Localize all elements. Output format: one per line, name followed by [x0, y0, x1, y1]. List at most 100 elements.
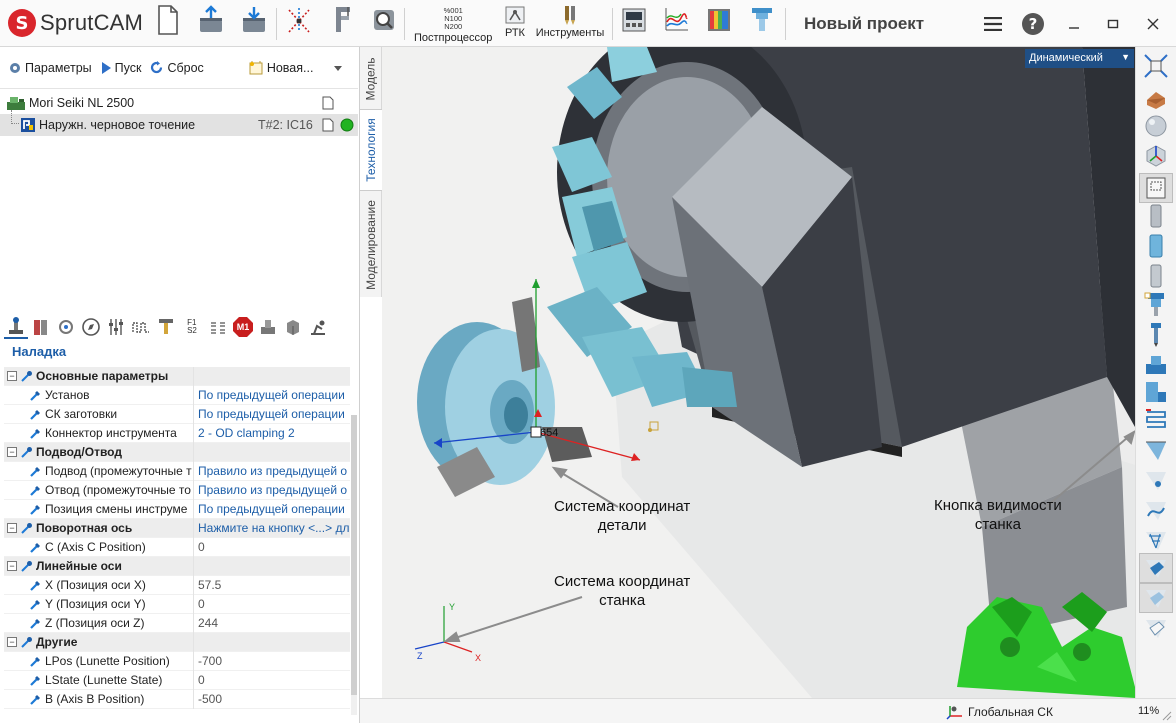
property-value[interactable]: 57.5 [198, 576, 350, 595]
toolpath-graph-button[interactable] [663, 4, 691, 44]
property-category[interactable]: − Подвод/Отвод [4, 442, 350, 462]
property-row[interactable]: Установ По предыдущей операции [4, 385, 350, 405]
show-shaded-button[interactable] [1139, 553, 1173, 583]
show-path-button[interactable] [1139, 405, 1173, 435]
property-row[interactable]: X (Позиция оси X) 57.5 [4, 575, 350, 595]
show-workpiece-button[interactable] [1139, 377, 1173, 407]
menu-button[interactable] [979, 10, 1007, 38]
tab-clamp[interactable] [256, 315, 280, 339]
property-value[interactable]: -500 [198, 690, 350, 709]
postprocessor-button[interactable]: %001 N100 N200 Постпроцессор [414, 4, 492, 45]
property-category[interactable]: − Поворотная ось Нажмите на кнопку <...> д… [4, 518, 350, 538]
tab-technology[interactable]: Технология [360, 109, 382, 191]
property-category[interactable]: − Основные параметры [4, 367, 350, 386]
collapse-toggle-icon[interactable]: − [7, 637, 17, 647]
show-tool-assembly-button[interactable] [1139, 289, 1173, 319]
help-button[interactable]: ? [1019, 10, 1047, 38]
view-mode-select[interactable]: Динамический ▼ [1025, 49, 1134, 68]
save-button[interactable] [240, 4, 268, 44]
view-orientation-button[interactable] [1139, 141, 1173, 171]
reset-button[interactable]: Сброс [149, 57, 204, 79]
show-wireframe-button[interactable] [1139, 613, 1173, 643]
property-value[interactable]: По предыдущей операции [198, 386, 350, 405]
tab-tool[interactable] [154, 315, 178, 339]
collapse-toggle-icon[interactable]: − [7, 561, 17, 571]
wcs-button[interactable] [285, 4, 313, 44]
property-row[interactable]: СК заготовки По предыдущей операции [4, 404, 350, 424]
minimize-button[interactable] [1060, 10, 1088, 38]
tab-cycle[interactable] [54, 315, 78, 339]
property-category[interactable]: − Линейные оси [4, 556, 350, 576]
property-category[interactable]: − Другие [4, 632, 350, 652]
show-curves-button[interactable] [1139, 495, 1173, 525]
property-row[interactable]: LPos (Lunette Position) -700 [4, 651, 350, 671]
show-transparent-button[interactable] [1139, 583, 1173, 613]
close-button[interactable] [1139, 10, 1167, 38]
property-row[interactable]: Z (Позиция оси Z) 244 [4, 613, 350, 633]
show-part-button[interactable] [1139, 111, 1173, 141]
collapse-toggle-icon[interactable]: − [7, 371, 17, 381]
machine-visibility-button[interactable] [1139, 173, 1173, 203]
tab-feeds[interactable] [104, 315, 128, 339]
tab-simulation[interactable]: Моделирование [360, 193, 382, 297]
property-value[interactable]: 0 [198, 671, 350, 690]
tab-workpiece[interactable] [281, 315, 305, 339]
property-value[interactable]: Нажмите на кнопку <...> дл [198, 519, 350, 538]
property-row[interactable]: Y (Позиция оси Y) 0 [4, 594, 350, 614]
show-toolpath-button[interactable] [1139, 319, 1173, 349]
tab-path[interactable] [129, 315, 153, 339]
property-row[interactable]: Отвод (промежуточные то Правило из предыд… [4, 480, 350, 500]
show-stock-button[interactable] [1139, 81, 1173, 111]
property-row[interactable]: Подвод (промежуточные т Правило из предыд… [4, 461, 350, 481]
property-row[interactable]: C (Axis C Position) 0 [4, 537, 350, 557]
property-value[interactable]: По предыдущей операции [198, 405, 350, 424]
show-spindle-button[interactable] [1139, 231, 1173, 261]
3d-viewport[interactable]: Y X Z 654 Система координат детали Систем… [382, 47, 1135, 698]
scrollbar-thumb[interactable] [351, 415, 357, 695]
run-button[interactable]: Пуск [100, 57, 141, 79]
tab-setup[interactable] [4, 315, 28, 339]
property-value[interactable]: Правило из предыдущей о [198, 462, 350, 481]
open-button[interactable] [197, 4, 225, 44]
property-row[interactable]: Позиция смены инструме По предыдущей опер… [4, 499, 350, 519]
show-mesh-button[interactable] [1139, 525, 1173, 555]
property-value[interactable]: -700 [198, 652, 350, 671]
property-value[interactable]: 2 - OD clamping 2 [198, 424, 350, 443]
property-row[interactable]: B (Axis B Position) -500 [4, 689, 350, 709]
tab-feed-speed[interactable]: F1 S2 [179, 315, 205, 339]
collapse-toggle-icon[interactable]: − [7, 523, 17, 533]
machine-control-button[interactable] [620, 4, 648, 44]
show-points-button[interactable] [1139, 465, 1173, 495]
show-fixture-button[interactable] [1139, 349, 1173, 379]
tab-orientation[interactable] [79, 315, 103, 339]
measure-button[interactable] [330, 4, 356, 44]
tools-button[interactable]: Инструменты [535, 4, 605, 44]
new-operation-button[interactable]: Новая... [248, 57, 347, 79]
new-file-button[interactable] [156, 4, 180, 44]
show-holder-button[interactable] [1139, 201, 1173, 231]
property-value[interactable] [198, 633, 350, 652]
collapse-toggle-icon[interactable]: − [7, 447, 17, 457]
tab-robot[interactable] [306, 315, 330, 339]
property-value[interactable]: Правило из предыдущей о [198, 481, 350, 500]
property-value[interactable] [198, 443, 350, 462]
fit-view-button[interactable] [1139, 51, 1173, 81]
color-view-button[interactable] [705, 4, 733, 44]
property-value[interactable] [198, 367, 350, 386]
show-surface-button[interactable] [1139, 435, 1173, 465]
property-value[interactable]: 244 [198, 614, 350, 633]
rtk-button[interactable]: РТК [503, 4, 527, 44]
property-row[interactable]: Коннектор инструмента 2 - OD clamping 2 [4, 423, 350, 443]
show-tool-button[interactable] [1139, 261, 1173, 291]
tree-item-machine[interactable]: Mori Seiki NL 2500 [0, 92, 358, 114]
tab-coolant[interactable] [206, 315, 230, 339]
property-value[interactable] [198, 557, 350, 576]
property-grid-scrollbar[interactable] [351, 415, 357, 715]
property-value[interactable]: 0 [198, 595, 350, 614]
tab-model[interactable]: Модель [360, 49, 382, 109]
coordinate-system-indicator[interactable]: Глобальная СК [946, 704, 1053, 720]
property-row[interactable]: LState (Lunette State) 0 [4, 670, 350, 690]
maximize-button[interactable] [1099, 10, 1127, 38]
tab-m1[interactable]: M1 [231, 315, 255, 339]
tab-stock[interactable] [29, 315, 53, 339]
